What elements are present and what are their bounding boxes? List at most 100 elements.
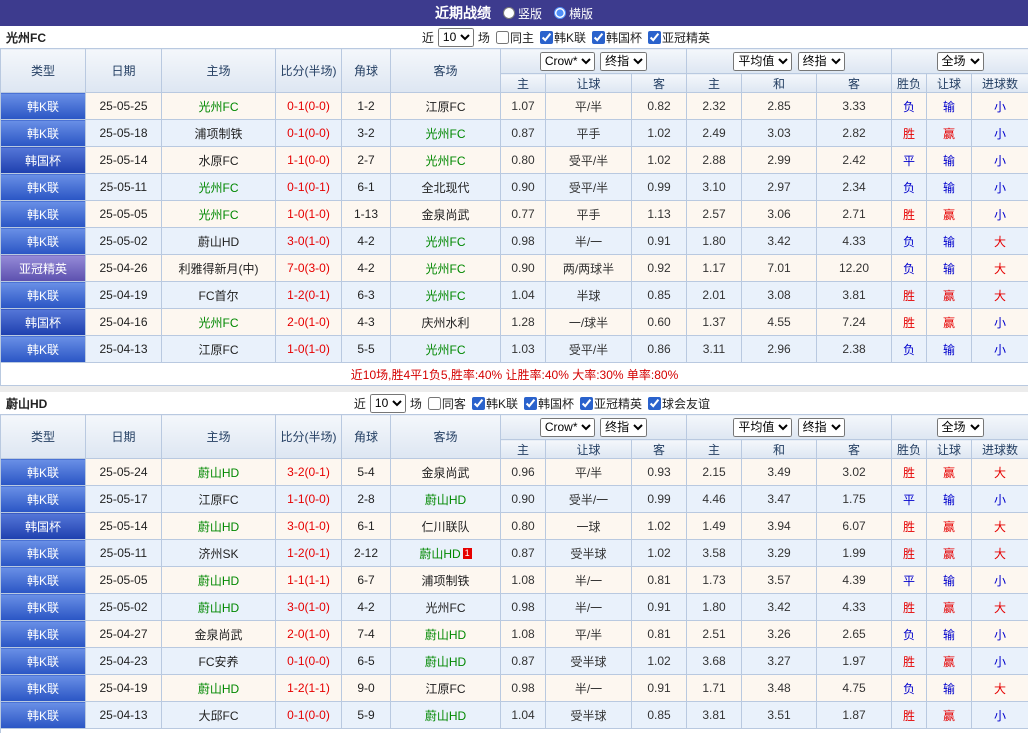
handicap-away-odds-cell: 0.85 — [631, 281, 687, 309]
handicap-home-odds-cell: 0.87 — [500, 119, 546, 147]
date-cell: 25-04-13 — [85, 335, 162, 363]
scope-select[interactable]: 全场 — [936, 51, 984, 71]
col-header-corner: 角球 — [341, 414, 391, 459]
layout-option-horizontal[interactable]: 横版 — [554, 5, 593, 22]
handicap-home-odds-cell: 1.07 — [500, 92, 546, 120]
league-checkbox[interactable] — [539, 30, 553, 44]
matches-tbody-2: 韩K联 25-05-24 蔚山HD 3-2(0-1) 5-4 金泉尚武 0.96 平/半 0.9… — [0, 458, 1028, 729]
handicap-result-cell: 赢 — [926, 200, 973, 228]
match-row: 韩K联 25-05-24 蔚山HD 3-2(0-1) 5-4 金泉尚武 0.96 平/半 0.9… — [0, 458, 1028, 486]
league-label: 韩K联 — [485, 396, 518, 411]
avg-stage-select[interactable]: 终指 — [797, 51, 845, 71]
handicap-line-cell: 半球 — [545, 281, 632, 309]
same-venue-checkbox[interactable] — [427, 396, 441, 410]
horizontal-layout-radio[interactable] — [554, 7, 566, 19]
col-header-score: 比分(半场) — [275, 414, 342, 459]
avg-draw-odds-cell: 3.42 — [741, 593, 817, 621]
handicap-result-cell: 赢 — [926, 281, 973, 309]
col-header-odds-home: 主 — [500, 439, 546, 459]
bookmaker-select[interactable]: Crow* — [539, 51, 595, 71]
league-filter-kleague[interactable]: 韩K联 — [539, 29, 586, 46]
league-filter-kleague[interactable]: 韩K联 — [471, 395, 518, 412]
league-label: 韩国杯 — [605, 30, 642, 45]
same-venue-filter[interactable]: 同主 — [495, 29, 534, 46]
league-checkbox[interactable] — [579, 396, 593, 410]
col-header-away: 客场 — [390, 48, 501, 93]
match-result-cell: 负 — [891, 620, 928, 648]
avg-draw-odds-cell: 3.03 — [741, 119, 817, 147]
league-filter-korean-cup[interactable]: 韩国杯 — [523, 395, 574, 412]
league-checkbox[interactable] — [523, 396, 537, 410]
away-team-cell: 光州FC — [390, 227, 501, 255]
avg-home-odds-cell: 1.37 — [686, 308, 742, 336]
away-team-cell: 江原FC — [390, 92, 501, 120]
league-filter-acl-elite[interactable]: 亚冠精英 — [579, 395, 642, 412]
handicap-away-odds-cell: 0.81 — [631, 620, 687, 648]
corner-score-cell: 1-13 — [341, 200, 391, 228]
league-filter-acl-elite[interactable]: 亚冠精英 — [647, 29, 710, 46]
home-team-cell: 蔚山HD — [161, 566, 276, 594]
league-filter-korean-cup[interactable]: 韩国杯 — [591, 29, 642, 46]
match-result-cell: 负 — [891, 254, 928, 282]
avg-home-odds-cell: 1.80 — [686, 593, 742, 621]
handicap-line-cell: 一球 — [545, 512, 632, 540]
handicap-result-cell: 输 — [926, 620, 973, 648]
odds-stage-select[interactable]: 终指 — [600, 417, 648, 437]
match-count-select[interactable]: 10 — [369, 393, 406, 413]
home-team-cell: 浦项制铁 — [161, 119, 276, 147]
match-result-cell: 胜 — [891, 512, 928, 540]
match-row: 韩国杯 25-04-16 光州FC 2-0(1-0) 4-3 庆州水利 1.28 一/球半 0.… — [0, 308, 1028, 336]
league-filter-club-friendly[interactable]: 球会友谊 — [647, 395, 710, 412]
league-checkbox[interactable] — [647, 30, 661, 44]
match-row: 韩K联 25-05-17 江原FC 1-1(0-0) 2-8 蔚山HD 0.90 受半/一 0.… — [0, 485, 1028, 513]
avg-source-select[interactable]: 平均值 — [733, 51, 793, 71]
avg-draw-odds-cell: 2.97 — [741, 173, 817, 201]
match-row: 韩K联 25-05-11 济州SK 1-2(0-1) 2-12 蔚山HD 1 0.87 受半球 1… — [0, 539, 1028, 567]
handicap-result-cell: 输 — [926, 254, 973, 282]
corner-score-cell: 4-2 — [341, 593, 391, 621]
goals-result-cell: 小 — [971, 173, 1028, 201]
handicap-away-odds-cell: 1.02 — [631, 539, 687, 567]
same-venue-filter[interactable]: 同客 — [427, 395, 466, 412]
handicap-away-odds-cell: 0.93 — [631, 458, 687, 486]
handicap-result-cell: 输 — [926, 146, 973, 174]
unit-label: 场 — [409, 396, 422, 411]
league-checkbox[interactable] — [647, 396, 661, 410]
match-count-select[interactable]: 10 — [437, 27, 474, 47]
match-row: 韩K联 25-04-13 大邱FC 0-1(0-0) 5-9 蔚山HD 1.04 受半球 0.8… — [0, 701, 1028, 729]
scope-select[interactable]: 全场 — [936, 417, 984, 437]
league-checkbox[interactable] — [471, 396, 485, 410]
match-row: 韩K联 25-04-13 江原FC 1-0(1-0) 5-5 光州FC 1.03 受平/半 0.… — [0, 335, 1028, 363]
score-cell: 2-0(1-0) — [275, 620, 342, 648]
home-team-cell: 蔚山HD — [161, 593, 276, 621]
section-header-1: 光州FC 近 10 场 同主 韩K联 韩国杯 亚冠精英 — [0, 26, 1028, 48]
league-type-cell: 韩K联 — [0, 701, 86, 729]
same-venue-checkbox[interactable] — [495, 30, 509, 44]
league-checkbox[interactable] — [591, 30, 605, 44]
score-cell: 3-2(0-1) — [275, 458, 342, 486]
match-result-cell: 胜 — [891, 119, 928, 147]
team-section-1: 光州FC 近 10 场 同主 韩K联 韩国杯 亚冠精英 类型 日期 主场 比分(… — [0, 26, 1028, 386]
handicap-line-cell: 半/一 — [545, 674, 632, 702]
avg-draw-odds-cell: 3.26 — [741, 620, 817, 648]
vertical-layout-radio[interactable] — [502, 7, 515, 19]
away-team-cell: 仁川联队 — [390, 512, 501, 540]
avg-home-odds-cell: 2.01 — [686, 281, 742, 309]
odds-stage-select[interactable]: 终指 — [600, 51, 648, 71]
match-result-cell: 负 — [891, 227, 928, 255]
score-cell: 1-2(1-1) — [275, 674, 342, 702]
handicap-away-odds-cell: 0.82 — [631, 92, 687, 120]
date-cell: 25-05-02 — [85, 227, 162, 255]
avg-home-odds-cell: 2.51 — [686, 620, 742, 648]
match-result-cell: 负 — [891, 335, 928, 363]
home-team-cell: 光州FC — [161, 308, 276, 336]
avg-draw-odds-cell: 2.85 — [741, 92, 817, 120]
bookmaker-select[interactable]: Crow* — [539, 417, 595, 437]
avg-stage-select[interactable]: 终指 — [797, 417, 845, 437]
col-header-home: 主场 — [161, 414, 276, 459]
avg-source-select[interactable]: 平均值 — [733, 417, 793, 437]
layout-option-vertical[interactable]: 竖版 — [502, 5, 542, 22]
avg-away-odds-cell: 1.97 — [815, 647, 893, 675]
corner-score-cell: 3-2 — [341, 119, 391, 147]
score-cell: 1-1(0-0) — [275, 146, 342, 174]
